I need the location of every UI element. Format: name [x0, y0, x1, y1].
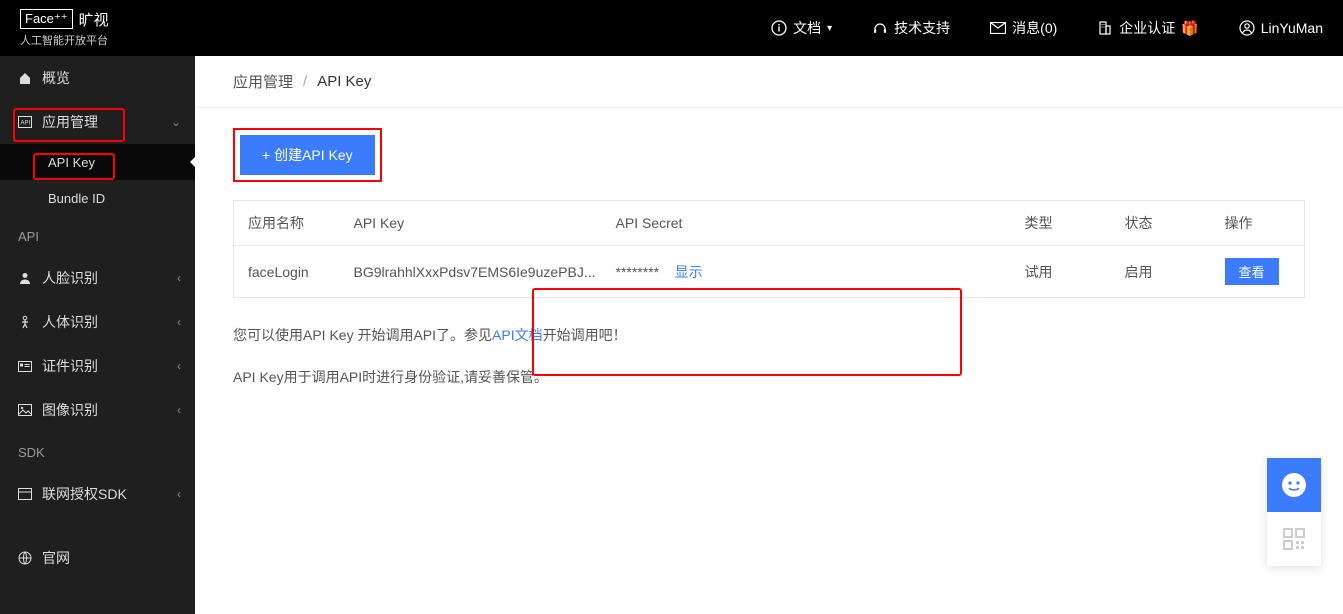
sidebar-item-sdk-auth[interactable]: 联网授权SDK ‹: [0, 472, 195, 516]
api-icon: API: [18, 116, 34, 128]
id-card-icon: [18, 361, 34, 372]
topbar: Face⁺⁺ 旷视 人工智能开放平台 文档 ▾ 技术支持 消息(0) 企业认证 …: [0, 0, 1343, 56]
sidebar-item-app-manage[interactable]: API 应用管理 ⌄: [0, 100, 195, 144]
logo-brand: 旷视: [79, 9, 109, 30]
sidebar: 概览 API 应用管理 ⌄ API Key Bundle ID API 人脸识别…: [0, 56, 195, 614]
main-content: 应用管理 / API Key + 创建API Key 应用名称 API Key …: [195, 56, 1343, 614]
top-right-nav: 文档 ▾ 技术支持 消息(0) 企业认证 🎁 LinYuMan: [771, 18, 1323, 38]
chevron-left-icon: ‹: [177, 359, 181, 373]
support-chat-button[interactable]: [1267, 458, 1321, 512]
nav-support[interactable]: 技术支持: [872, 18, 950, 38]
th-key: API Key: [344, 201, 606, 246]
breadcrumb-sep: /: [303, 73, 307, 90]
nav-user[interactable]: LinYuMan: [1239, 20, 1323, 36]
mail-icon: [990, 20, 1006, 36]
float-panel: [1267, 458, 1321, 566]
breadcrumb-root[interactable]: 应用管理: [233, 71, 293, 92]
breadcrumb-current: API Key: [317, 73, 371, 90]
create-api-key-button[interactable]: + 创建API Key: [240, 135, 375, 175]
nav-enterprise-label: 企业认证: [1119, 18, 1175, 38]
th-secret: API Secret: [606, 201, 766, 246]
cell-api-key: BG9lrahhlXxxPdsv7EMS6Ie9uzePBJ...: [344, 246, 606, 298]
chevron-down-icon: ▾: [827, 23, 832, 34]
sidebar-sub-apikey[interactable]: API Key: [0, 144, 195, 180]
table-header-row: 应用名称 API Key API Secret 类型 状态 操作: [234, 201, 1305, 246]
sidebar-section-sdk: SDK: [0, 432, 195, 472]
nav-docs[interactable]: 文档 ▾: [771, 18, 832, 38]
api-docs-link[interactable]: API文档: [492, 327, 543, 343]
tip-line-2: API Key用于调用API时进行身份验证,请妥善保管。: [233, 366, 1305, 388]
sidebar-app-manage-label: 应用管理: [42, 112, 98, 132]
tips: 您可以使用API Key 开始调用API了。参见API文档开始调用吧！ API …: [233, 324, 1305, 389]
chevron-left-icon: ‹: [177, 403, 181, 417]
cell-type: 试用: [1015, 246, 1115, 298]
highlight-create-button: + 创建API Key: [233, 128, 382, 182]
svg-text:API: API: [21, 121, 31, 127]
breadcrumb: 应用管理 / API Key: [195, 56, 1343, 108]
th-name: 应用名称: [234, 201, 344, 246]
logo-badge: Face⁺⁺: [20, 9, 73, 29]
gift-icon: 🎁: [1181, 20, 1198, 37]
sidebar-item-image[interactable]: 图像识别 ‹: [0, 388, 195, 432]
view-button[interactable]: 查看: [1225, 258, 1279, 285]
cell-app-name: faceLogin: [234, 246, 344, 298]
nav-support-label: 技术支持: [894, 18, 950, 38]
image-icon: [18, 404, 34, 416]
th-op: 操作: [1215, 201, 1305, 246]
sidebar-item-body[interactable]: 人体识别 ‹: [0, 300, 195, 344]
logo-tagline: 人工智能开放平台: [20, 32, 109, 48]
sidebar-item-official[interactable]: 官网: [0, 536, 195, 580]
sidebar-sub-bundleid[interactable]: Bundle ID: [0, 180, 195, 216]
person-icon: [18, 271, 34, 285]
package-icon: [18, 488, 34, 500]
headset-icon: [872, 20, 888, 36]
nav-username: LinYuMan: [1261, 20, 1323, 36]
nav-messages-label: 消息(0): [1012, 18, 1057, 38]
nav-messages[interactable]: 消息(0): [990, 18, 1057, 38]
globe-icon: [18, 551, 34, 565]
cell-status: 启用: [1115, 246, 1215, 298]
cell-op: 查看: [1215, 246, 1305, 298]
qrcode-icon: [1282, 527, 1306, 551]
sidebar-overview-label: 概览: [42, 68, 70, 88]
support-face-icon: [1279, 470, 1309, 500]
tip-line-1: 您可以使用API Key 开始调用API了。参见API文档开始调用吧！: [233, 324, 1305, 346]
qrcode-button[interactable]: [1267, 512, 1321, 566]
building-icon: [1097, 20, 1113, 36]
nav-docs-label: 文档: [793, 18, 821, 38]
user-icon: [1239, 20, 1255, 36]
chevron-left-icon: ‹: [177, 487, 181, 501]
chevron-left-icon: ‹: [177, 315, 181, 329]
info-icon: [771, 20, 787, 36]
th-type: 类型: [1015, 201, 1115, 246]
cell-api-secret: ******** 显示: [606, 246, 766, 298]
chevron-down-icon: ⌄: [171, 115, 181, 129]
logo[interactable]: Face⁺⁺ 旷视 人工智能开放平台: [20, 9, 109, 48]
home-icon: [18, 71, 34, 85]
show-secret-link[interactable]: 显示: [675, 264, 703, 280]
th-status: 状态: [1115, 201, 1215, 246]
sidebar-section-api: API: [0, 216, 195, 256]
sidebar-item-cert[interactable]: 证件识别 ‹: [0, 344, 195, 388]
table-row: faceLogin BG9lrahhlXxxPdsv7EMS6Ie9uzePBJ…: [234, 246, 1305, 298]
api-key-table: 应用名称 API Key API Secret 类型 状态 操作 faceLog…: [233, 200, 1305, 298]
sidebar-item-face[interactable]: 人脸识别 ‹: [0, 256, 195, 300]
chevron-left-icon: ‹: [177, 271, 181, 285]
sidebar-item-overview[interactable]: 概览: [0, 56, 195, 100]
body-icon: [18, 315, 34, 329]
nav-enterprise[interactable]: 企业认证 🎁: [1097, 18, 1198, 38]
